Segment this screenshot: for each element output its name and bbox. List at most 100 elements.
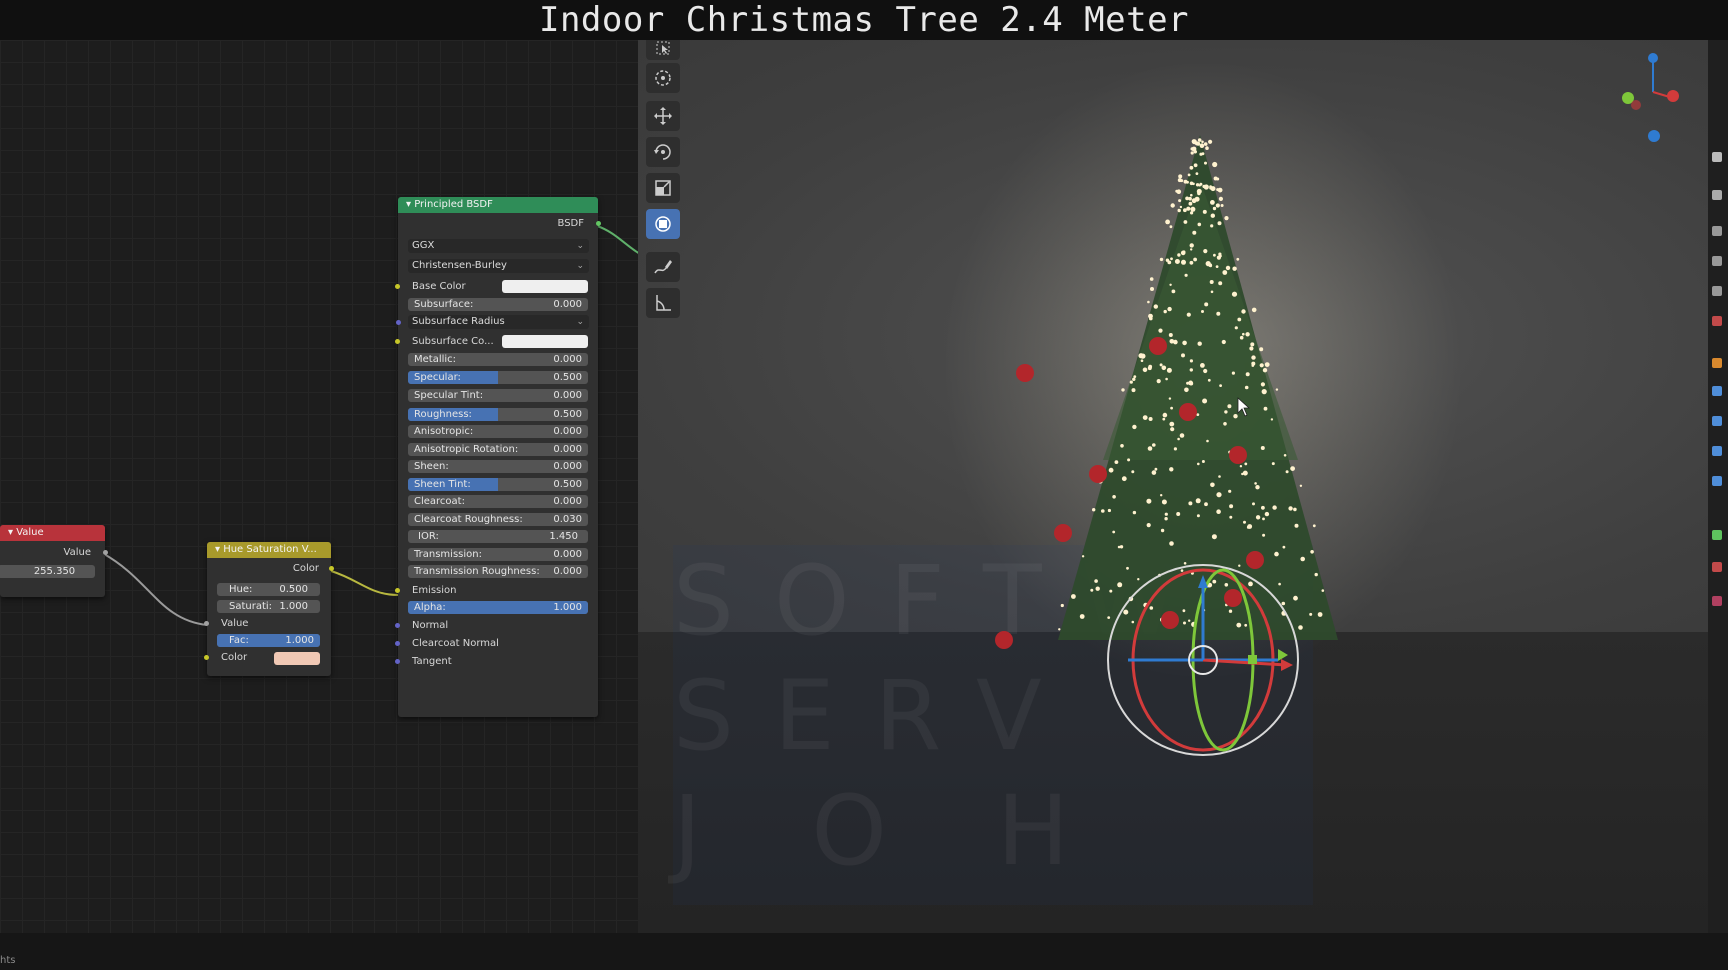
- particles-tab-icon[interactable]: [1712, 416, 1722, 426]
- clearcoat-normal-socket[interactable]: [395, 641, 400, 646]
- sheen-field[interactable]: Sheen: 0.000: [408, 460, 588, 473]
- annotate-tool[interactable]: [646, 252, 680, 282]
- collapse-chevron-icon[interactable]: ▾: [215, 544, 223, 555]
- specular-value: 0.500: [553, 372, 582, 383]
- tangent-row: Tangent: [395, 654, 598, 669]
- subsurface-radius-dropdown[interactable]: Subsurface Radius ⌄: [396, 315, 589, 329]
- cursor-tool[interactable]: [646, 63, 680, 93]
- navigation-gizmo[interactable]: [1622, 53, 1679, 142]
- data-tab-icon[interactable]: [1712, 530, 1722, 540]
- tree-ornament: [1161, 611, 1179, 629]
- nav-z-icon[interactable]: [1648, 53, 1658, 63]
- anisotropic-rotation-field[interactable]: Anisotropic Rotation: 0.000: [408, 443, 588, 456]
- subsurface-method-dropdown[interactable]: Christensen-Burley ⌄: [408, 259, 589, 273]
- output-tab-icon[interactable]: [1712, 226, 1722, 236]
- distribution-dropdown[interactable]: GGX ⌄: [408, 239, 589, 253]
- tree-light: [1218, 196, 1223, 201]
- tree-light: [1123, 609, 1129, 615]
- tree-light: [1189, 165, 1194, 170]
- transmission-field[interactable]: Transmission: 0.000: [408, 548, 588, 561]
- hue-saturation-node[interactable]: ▾ Hue Saturation V... Color Hue: 0.500 S…: [204, 542, 334, 676]
- bsdf-output-socket[interactable]: [596, 221, 601, 226]
- tree-light: [1251, 307, 1257, 313]
- saturation-field[interactable]: Saturati: 1.000: [217, 600, 320, 613]
- normal-socket[interactable]: [395, 623, 400, 628]
- view-layer-tab-icon[interactable]: [1712, 256, 1722, 266]
- tangent-socket[interactable]: [395, 659, 400, 664]
- anisotropic-field[interactable]: Anisotropic: 0.000: [408, 425, 588, 438]
- value-node[interactable]: ▾ Value Value 255.350: [0, 525, 108, 597]
- specular-tint-field[interactable]: Specular Tint: 0.000: [408, 389, 588, 402]
- render-tab-icon[interactable]: [1712, 190, 1722, 200]
- measure-tool[interactable]: [646, 288, 680, 318]
- world-tab-icon[interactable]: [1712, 316, 1722, 326]
- constraints-tab-icon[interactable]: [1712, 476, 1722, 486]
- roughness-field[interactable]: Roughness: 0.500: [408, 408, 588, 421]
- principled-bsdf-header[interactable]: ▾ Principled BSDF: [398, 197, 598, 213]
- clearcoat-field[interactable]: Clearcoat: 0.000: [408, 495, 588, 508]
- nav-neg-z-icon[interactable]: [1648, 130, 1660, 142]
- ior-label: IOR:: [418, 531, 439, 542]
- base-color-socket[interactable]: [395, 284, 400, 289]
- subsurface-color-socket[interactable]: [395, 339, 400, 344]
- material-tab-icon[interactable]: [1712, 562, 1722, 572]
- tree-light: [1177, 208, 1181, 213]
- scale-tool[interactable]: [646, 173, 680, 203]
- clearcoat-roughness-field[interactable]: Clearcoat Roughness: 0.030: [408, 513, 588, 526]
- subsurface-field[interactable]: Subsurface: 0.000: [408, 298, 588, 311]
- transmission-roughness-field[interactable]: Transmission Roughness: 0.000: [408, 565, 588, 578]
- rotate-tool[interactable]: [646, 137, 680, 167]
- transform-tool[interactable]: [646, 209, 680, 239]
- hue-saturation-header[interactable]: ▾ Hue Saturation V...: [207, 542, 331, 558]
- color-swatch[interactable]: [274, 652, 320, 665]
- subsurface-value: 0.000: [553, 299, 582, 310]
- object-tab-icon[interactable]: [1712, 358, 1722, 368]
- tree-light: [1153, 304, 1158, 309]
- hue-field[interactable]: Hue: 0.500: [217, 583, 320, 596]
- tree-light: [1242, 470, 1248, 476]
- tree-light: [1224, 216, 1229, 221]
- color-input-socket[interactable]: [204, 655, 209, 660]
- 3d-viewport[interactable]: SOFTW SERV JOH: [638, 40, 1708, 933]
- metallic-field[interactable]: Metallic: 0.000: [408, 353, 588, 366]
- value-field[interactable]: 255.350: [0, 565, 95, 578]
- subsurface-color-swatch[interactable]: [502, 335, 588, 348]
- tree-light: [1142, 415, 1148, 420]
- modifier-tab-icon[interactable]: [1712, 386, 1722, 396]
- tree-light: [1312, 524, 1316, 528]
- node-editor[interactable]: ▾ Value Value 255.350 ▾ Hue Saturation V…: [0, 40, 638, 933]
- principled-bsdf-node[interactable]: ▾ Principled BSDF BSDF GGX ⌄ Christensen-…: [395, 197, 601, 717]
- tree-light: [1189, 359, 1193, 363]
- nav-x-icon[interactable]: [1667, 90, 1679, 102]
- tree-light: [1202, 209, 1207, 214]
- value-output-socket[interactable]: [103, 550, 108, 555]
- tree-light: [1112, 530, 1116, 534]
- subsurface-radius-socket[interactable]: [396, 320, 401, 325]
- base-color-swatch[interactable]: [502, 280, 588, 293]
- hue-output-socket[interactable]: [329, 566, 334, 571]
- scene-tab-icon[interactable]: [1712, 286, 1722, 296]
- tool-tab-icon[interactable]: [1712, 152, 1722, 162]
- sheen-tint-field[interactable]: Sheen Tint: 0.500: [408, 478, 588, 491]
- tree-light: [1197, 222, 1202, 227]
- collapse-chevron-icon[interactable]: ▾: [406, 199, 414, 210]
- texture-tab-icon[interactable]: [1712, 596, 1722, 606]
- fac-field[interactable]: Fac: 1.000: [217, 634, 320, 647]
- ior-field[interactable]: IOR: 1.450: [408, 530, 588, 543]
- specular-field[interactable]: Specular: 0.500: [408, 371, 588, 384]
- physics-tab-icon[interactable]: [1712, 446, 1722, 456]
- christmas-tree-render[interactable]: [638, 40, 1708, 933]
- gizmo-plane-handle[interactable]: [1248, 655, 1257, 664]
- transform-gizmo[interactable]: [1107, 564, 1299, 756]
- move-tool[interactable]: [646, 101, 680, 131]
- alpha-field[interactable]: Alpha: 1.000: [408, 601, 588, 614]
- value-node-header[interactable]: ▾ Value: [0, 525, 105, 541]
- select-box-tool[interactable]: [646, 40, 680, 60]
- tree-light: [1216, 255, 1221, 260]
- emission-socket[interactable]: [395, 588, 400, 593]
- nav-neg-x-icon[interactable]: [1631, 100, 1641, 110]
- tree-light: [1262, 533, 1266, 537]
- collapse-chevron-icon[interactable]: ▾: [8, 527, 16, 538]
- value-input-socket[interactable]: [204, 621, 209, 626]
- tree-light: [1186, 206, 1191, 211]
